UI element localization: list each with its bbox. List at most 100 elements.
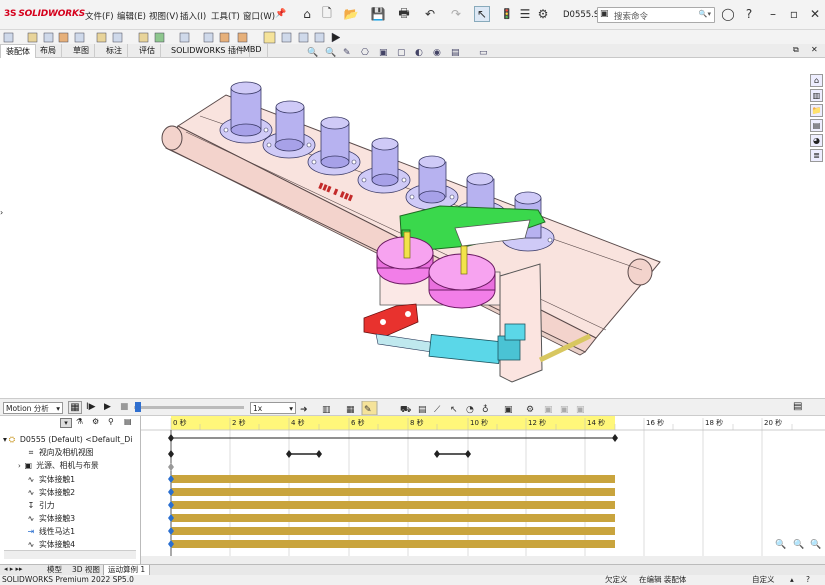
timeline-graph[interactable]: 0 秒 2 秒 4 秒 6 秒 8 秒 10 秒 12 秒 14 秒 16 秒 … (141, 416, 825, 564)
new-file-icon[interactable]: 🗋 (319, 6, 335, 22)
ruler-label-1: 2 秒 (232, 418, 246, 427)
print-icon[interactable]: 🖶 (396, 6, 412, 22)
play-from-start-icon[interactable]: I▶ (86, 402, 96, 412)
search-placeholder: 搜索命令 (614, 12, 649, 22)
svg-text:▣: ▣ (379, 48, 388, 57)
appearance-pane-icon[interactable]: ◕ (810, 134, 823, 147)
tree-item-label: 实体接触4 (39, 540, 76, 549)
svg-text:↖: ↖ (450, 405, 458, 415)
home-icon[interactable]: ⌂ (299, 6, 315, 22)
tree-row-contact2[interactable]: ∿ 实体接触2 (26, 486, 76, 499)
menu-edit[interactable]: 编辑(E) (117, 10, 146, 22)
svg-text:➜: ➜ (300, 405, 308, 415)
toolbar-icons[interactable] (0, 30, 825, 45)
tree-row-lights[interactable]: › ▣ 光源、相机与布景 (18, 459, 99, 472)
playback-slider-thumb[interactable] (135, 402, 141, 412)
filter-animated-icon[interactable]: ⚗ (76, 417, 83, 426)
tree-row-contact1[interactable]: ∿ 实体接触1 (26, 473, 76, 486)
graphics-area[interactable]: ▮▮▮ ▮ ▮▮▮ › (0, 58, 808, 398)
tab-annotation[interactable]: 标注 (101, 44, 128, 58)
restore-icon[interactable]: ⧉ (793, 45, 799, 55)
status-units-arrow-icon[interactable]: ▴ (790, 575, 794, 585)
tree-horizontal-scrollbar[interactable] (4, 550, 136, 559)
svg-text:⟋: ⟋ (434, 405, 441, 415)
close-doc-icon[interactable]: ✕ (811, 45, 818, 54)
maximize-icon[interactable]: ▫ (786, 6, 802, 22)
ruler-label-9: 18 秒 (705, 418, 723, 427)
zoom-to-fit-icon[interactable]: 🔍 (810, 540, 821, 550)
menu-tools[interactable]: 工具(T) (211, 10, 240, 22)
tree-row-contact3[interactable]: ∿ 实体接触3 (26, 512, 76, 525)
tree-item-label: 光源、相机与布景 (36, 461, 99, 470)
motion-manager-layout-icon[interactable]: ▤ (793, 401, 802, 412)
folder-pane-icon[interactable]: 📁 (810, 104, 823, 117)
select-cursor-icon[interactable]: ↖ (474, 6, 490, 22)
tree-row-motor[interactable]: ⇥ 线性马达1 (26, 525, 76, 538)
status-units[interactable]: 自定义 (752, 575, 775, 585)
tab-evaluate[interactable]: 评估 (134, 44, 161, 58)
study-type-dropdown[interactable]: Motion 分析 ▾ (3, 402, 63, 414)
search-command-box[interactable]: ▣ 搜索命令 🔍▾ (597, 7, 715, 23)
tab-mbd[interactable]: MBD (238, 44, 268, 58)
resources-pane-icon[interactable]: ▥ (810, 89, 823, 102)
svg-text:⎔: ⎔ (361, 48, 369, 57)
zoom-out-icon[interactable]: 🔍 (793, 540, 804, 550)
heads-up-view-toolbar[interactable]: 🔍 🔍 ✎ ⎔ ▣ ▢ ◐ ◉ ▤ ▭ (305, 45, 525, 57)
minimize-icon[interactable]: – (765, 6, 781, 22)
tab-assembly[interactable]: 装配体 (0, 44, 36, 58)
lights-folder-icon: ▣ (24, 461, 33, 470)
user-icon[interactable]: ◯ (720, 6, 736, 22)
redo-icon[interactable]: ↷ (448, 6, 464, 22)
menu-view[interactable]: 视图(V) (149, 10, 178, 22)
save-icon[interactable]: 💾 (370, 6, 386, 22)
undo-icon[interactable]: ↶ (422, 6, 438, 22)
help-status-icon[interactable]: ? (806, 575, 810, 585)
tree-root-label: D0555 (Default) <Default_Di (19, 435, 133, 444)
svg-text:🔍: 🔍 (325, 46, 336, 57)
svg-text:▦: ▦ (346, 405, 355, 415)
solidworks-logo[interactable]: 3S SOLIDWORKS (4, 9, 85, 19)
tree-row-gravity[interactable]: ↧ 引力 (26, 499, 55, 512)
command-manager-toolbar (0, 30, 825, 45)
zoom-in-icon[interactable]: 🔍 (775, 540, 786, 550)
collapse-panel-handle[interactable]: › (0, 208, 3, 217)
contact-icon: ∿ (27, 514, 35, 523)
playback-slider[interactable] (134, 406, 244, 409)
filter-results-icon[interactable]: ▤ (124, 417, 132, 426)
filter-icon[interactable]: ▾ (60, 418, 72, 428)
tree-row-root[interactable]: ▾ ⛭ D0555 (Default) <Default_Di (0, 433, 132, 446)
tab-scroll-icons[interactable]: ◂ ▸ ▸▸ (4, 565, 23, 573)
filter-selected-icon[interactable]: ⚲ (108, 417, 114, 426)
tab-layout[interactable]: 布局 (35, 44, 62, 58)
pin-icon[interactable]: 📌 (273, 6, 289, 22)
properties-pane-icon[interactable]: ≣ (810, 149, 823, 162)
command-manager-tabs: 装配体 布局 草图 标注 评估 SOLIDWORKS 插件 MBD 🔍 🔍 ✎ ⎔ ▣… (0, 44, 825, 58)
tab-sketch[interactable]: 草图 (68, 44, 95, 58)
playback-speed-dropdown[interactable]: 1x ▾ (250, 402, 296, 414)
assembly-model[interactable]: ▮▮▮ ▮ ▮▮▮ (0, 58, 808, 398)
home-pane-icon[interactable]: ⌂ (810, 74, 823, 87)
library-pane-icon[interactable]: ▤ (810, 119, 823, 132)
stop-icon[interactable]: ■ (120, 402, 129, 412)
playback-speed-value: 1x (253, 404, 263, 413)
close-icon[interactable]: ✕ (807, 6, 823, 22)
bottom-tab-bar: ◂ ▸ ▸▸ 模型 3D 视图 运动算例 1 (0, 564, 825, 576)
tree-item-label: 实体接触2 (39, 488, 76, 497)
gear-icon[interactable]: ⚙ (535, 6, 551, 22)
menu-insert[interactable]: 插入(I) (180, 10, 206, 22)
help-icon[interactable]: ? (741, 6, 757, 22)
search-icon[interactable]: 🔍▾ (699, 10, 711, 18)
menu-file[interactable]: 文件(F) (85, 10, 114, 22)
tree-row-views[interactable]: ⌗ 视向及相机视图 (26, 446, 94, 459)
calculate-icon[interactable]: ▦ (68, 401, 82, 414)
traffic-light-icon[interactable]: 🚦 (499, 6, 515, 22)
menu-window[interactable]: 窗口(W) (243, 10, 275, 22)
open-file-icon[interactable]: 📂 (343, 6, 359, 22)
tree-item-label: 引力 (39, 501, 55, 510)
svg-text:♁: ♁ (482, 404, 489, 415)
svg-text:◐: ◐ (415, 48, 423, 57)
filter-driving-icon[interactable]: ⚙ (92, 417, 99, 426)
motion-tool-icons[interactable]: ➜ ▥ ▦ ✎ ⛟ ▤ ⟋ ↖ ◔ ♁ ▣ ⚙ ▣ ▣ ▣ (300, 401, 610, 415)
play-icon[interactable]: ▶ (104, 402, 111, 412)
rebuild-list-icon[interactable]: ☰ (517, 6, 533, 22)
